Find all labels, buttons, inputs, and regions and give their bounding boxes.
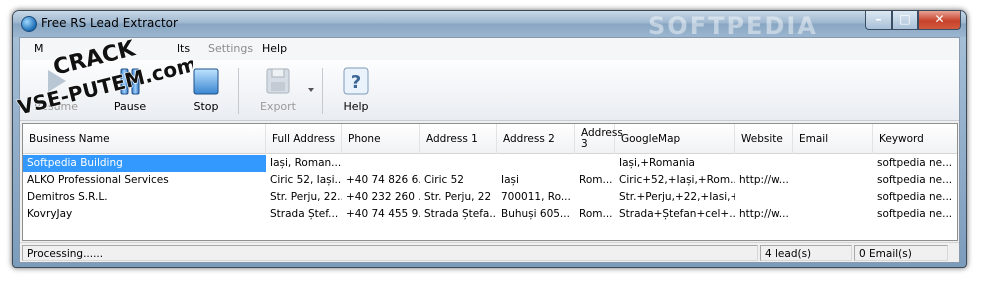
cell-address-3: Rom... [579,208,613,220]
pause-label: Pause [113,100,147,113]
toolbar-separator [238,68,239,114]
column-address-2[interactable]: Address 2 [497,124,575,154]
cell-googlemap: Iași,+Romania [619,157,695,169]
toolbar: Resume Pause Stop Export ? Help [20,60,959,121]
column-website[interactable]: Website [735,124,793,154]
cell-email [793,155,873,172]
cell-address-2: Iași [501,174,519,186]
menu-item-results[interactable]: lts [177,42,190,55]
menu-item-settings[interactable]: Settings [208,42,253,55]
cell-address-3: Rom... [579,174,613,186]
cell-address-3 [575,155,615,172]
cell-full-address: Ciric 52, Iași... [270,174,342,186]
status-bar: Processing...... 4 lead(s) 0 Email(s) [20,242,959,262]
pause-icon [120,68,140,95]
column-business-name[interactable]: Business Name [23,124,266,154]
minimize-button[interactable]: – [865,11,892,30]
app-globe-icon [21,16,37,32]
cell-email [793,172,873,189]
cell-phone [342,155,420,172]
column-keyword[interactable]: Keyword [873,124,957,154]
table-row[interactable]: Demitros S.R.L. Str. Perju, 22... +40 23… [23,189,957,206]
cell-address-1: Ciric 52 [424,174,464,186]
export-button[interactable]: Export [250,64,306,118]
maximize-button[interactable]: □ [892,11,918,30]
floppy-disk-icon [266,68,290,94]
softpedia-watermark: SOFTPEDIA [648,12,818,40]
menu-item-help[interactable]: Help [262,42,287,55]
column-email[interactable]: Email [793,124,873,154]
export-label: Export [259,100,296,113]
column-full-address[interactable]: Full Address [266,124,342,154]
cell-googlemap: Strada+Ștefan+cel+... [619,208,735,220]
cell-website: http://w... [739,174,789,186]
cell-business-name: ALKO Professional Services [27,174,169,186]
cell-phone: +40 74 455 9... [346,208,420,220]
cell-keyword: softpedia ne... [877,208,953,220]
stop-icon [193,68,219,95]
leads-table[interactable]: Business Name Full Address Phone Address… [22,123,958,241]
maximize-icon: □ [899,12,911,26]
cell-address-2: Buhuși 605... [501,208,570,220]
help-label: Help [343,100,369,113]
table-row[interactable]: ALKO Professional Services Ciric 52, Iaș… [23,172,957,189]
leads-count: 4 lead(s) [760,245,852,261]
cell-keyword: softpedia ne... [877,174,953,186]
column-address-3[interactable]: Address 3 [575,124,623,154]
cell-address-1 [420,155,497,172]
cell-email [793,189,873,206]
cell-business-name: Softpedia Building [23,155,266,172]
stop-label: Stop [193,100,219,113]
cell-website: http://w... [739,208,789,220]
menu-item-main[interactable]: M [34,42,44,55]
cell-address-1: Strada Ștefa... [424,208,497,220]
cell-address-1: Str. Perju, 22 [424,191,492,203]
svg-text:?: ? [351,72,361,93]
column-phone[interactable]: Phone [342,124,420,154]
title-bar[interactable]: Free RS Lead Extractor SOFTPEDIA – □ ✕ [13,11,966,40]
resume-label: Resume [33,100,79,113]
cell-business-name: KovryJay [27,208,73,220]
cell-full-address: Str. Perju, 22... [270,191,342,203]
cell-address-2 [497,155,575,172]
cell-phone: +40 232 260 ... [346,191,420,203]
cell-googlemap: Ciric+52,+Iași,+Rom... [619,174,735,186]
cell-address-2: 700011, Ro... [501,191,571,203]
column-googlemap[interactable]: GoogleMap [615,124,735,154]
stop-button[interactable]: Stop [178,64,234,118]
cell-googlemap: Str.+Perju,+22,+Iasi,+... [619,191,735,203]
menu-bar: M lts Settings Help [20,38,959,60]
window-title: Free RS Lead Extractor [41,16,178,30]
column-address-1[interactable]: Address 1 [420,124,497,154]
status-message: Processing...... [22,245,758,261]
close-button[interactable]: ✕ [918,11,961,30]
resume-button[interactable]: Resume [28,64,84,118]
table-row[interactable]: Softpedia Building Iași, Roman... Iași,+… [23,155,957,172]
table-header: Business Name Full Address Phone Address… [23,124,957,154]
export-dropdown-arrow-icon[interactable] [308,88,314,92]
help-icon: ? [343,67,369,95]
cell-website [735,155,793,172]
cell-business-name: Demitros S.R.L. [27,191,108,203]
close-icon: ✕ [934,12,945,26]
app-window: Free RS Lead Extractor SOFTPEDIA – □ ✕ M… [12,10,967,268]
cell-keyword: softpedia ne... [877,157,953,169]
play-icon [48,70,66,92]
help-button[interactable]: ? Help [328,64,384,118]
cell-full-address: Iași, Roman... [270,157,342,169]
cell-phone: +40 74 826 6... [346,174,420,186]
client-area: M lts Settings Help Resume Pause Stop Ex… [19,37,960,263]
table-row[interactable]: KovryJay Strada Ștef... +40 74 455 9... … [23,206,957,223]
cell-keyword: softpedia ne... [877,191,953,203]
toolbar-separator [322,68,323,114]
emails-count: 0 Email(s) [854,245,948,261]
cell-email [793,206,873,223]
cell-address-3 [575,189,615,206]
pause-button[interactable]: Pause [102,64,158,118]
cell-full-address: Strada Ștef... [270,208,339,220]
minimize-icon: – [875,12,882,26]
cell-website [735,189,793,206]
